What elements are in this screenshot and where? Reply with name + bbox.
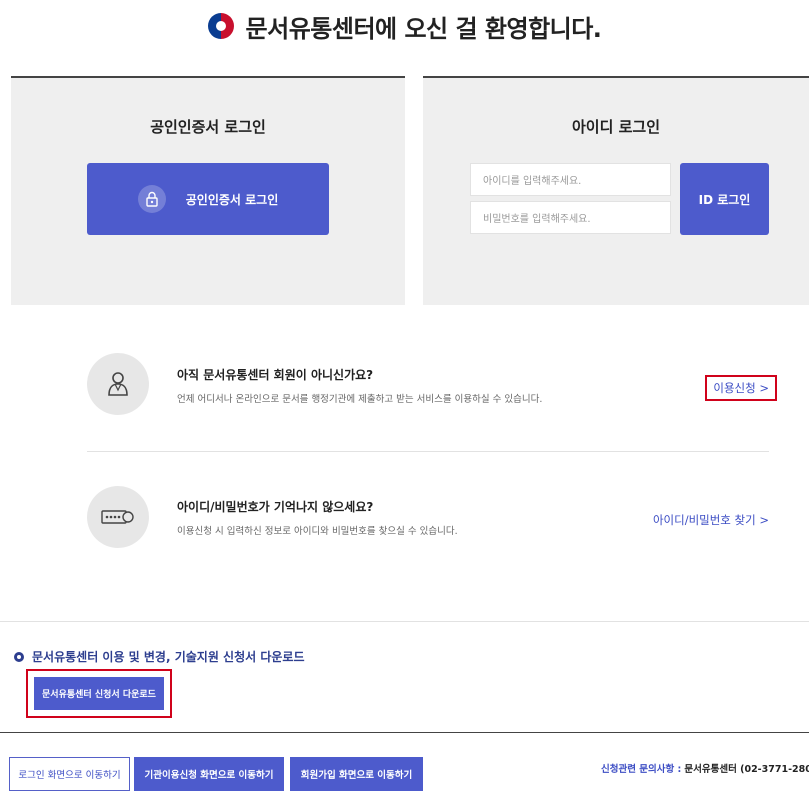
lock-icon	[137, 185, 166, 213]
footer-divider	[0, 732, 809, 733]
find-account-link[interactable]: 아이디/비밀번호 찾기 >	[653, 512, 769, 528]
user-icon	[87, 353, 149, 415]
contact-value: 문서유통센터 (02-3771-2801	[684, 764, 809, 775]
download-title-text: 문서유통센터 이용 및 변경, 기술지원 신청서 다운로드	[32, 650, 305, 664]
bullet-icon	[14, 651, 24, 662]
password-input[interactable]: 비밀번호를 입력해주세요.	[470, 201, 671, 234]
password-field-icon	[87, 486, 149, 548]
page-title: 문서유통센터에 오신 걸 환영합니다.	[245, 14, 602, 43]
find-account-title: 아이디/비밀번호가 기억나지 않으세요?	[177, 500, 374, 514]
cert-login-button[interactable]: 공인인증서 로그인	[87, 163, 329, 235]
contact-info: 신청관련 문의사항 : 문서유통센터 (02-3771-2801	[601, 761, 809, 775]
go-join-button[interactable]: 회원가입 화면으로 이동하기	[290, 757, 423, 791]
cert-login-button-label: 공인인증서 로그인	[185, 192, 279, 207]
go-org-apply-button[interactable]: 기관이용신청 화면으로 이동하기	[134, 757, 284, 791]
signup-desc: 언제 어디서나 온라인으로 문서를 행정기관에 제출하고 받는 서비스를 이용하…	[177, 394, 543, 405]
section-divider	[0, 621, 809, 622]
id-login-panel: 아이디 로그인 아이디를 입력해주세요. 비밀번호를 입력해주세요. ID 로그…	[423, 76, 809, 305]
contact-label: 신청관련 문의사항 :	[601, 764, 682, 775]
id-login-button[interactable]: ID 로그인	[680, 163, 769, 235]
go-login-button[interactable]: 로그인 화면으로 이동하기	[9, 757, 130, 791]
signup-row: 아직 문서유통센터 회원이 아니신가요? 언제 어디서나 온라인으로 문서를 행…	[87, 333, 777, 433]
cert-login-panel: 공인인증서 로그인 공인인증서 로그인	[11, 76, 405, 305]
download-highlight: 문서유통센터 신청서 다운로드	[26, 669, 172, 718]
signup-link[interactable]: 이용신청 >	[705, 375, 777, 401]
signup-title: 아직 문서유통센터 회원이 아니신가요?	[177, 368, 374, 382]
page-header: 문서유통센터에 오신 걸 환영합니다.	[0, 0, 809, 52]
id-login-heading: 아이디 로그인	[571, 118, 661, 136]
find-account-desc: 이용신청 시 입력하신 정보로 아이디와 비밀번호를 찾으실 수 있습니다.	[177, 526, 458, 537]
government-logo-icon	[207, 13, 234, 39]
find-account-row: 아이디/비밀번호가 기억나지 않으세요? 이용신청 시 입력하신 정보로 아이디…	[87, 466, 769, 566]
download-section-title: 문서유통센터 이용 및 변경, 기술지원 신청서 다운로드	[14, 648, 305, 665]
download-form-button[interactable]: 문서유통센터 신청서 다운로드	[34, 677, 164, 710]
id-input[interactable]: 아이디를 입력해주세요.	[470, 163, 671, 196]
cert-login-heading: 공인인증서 로그인	[150, 118, 266, 136]
divider	[87, 451, 769, 452]
